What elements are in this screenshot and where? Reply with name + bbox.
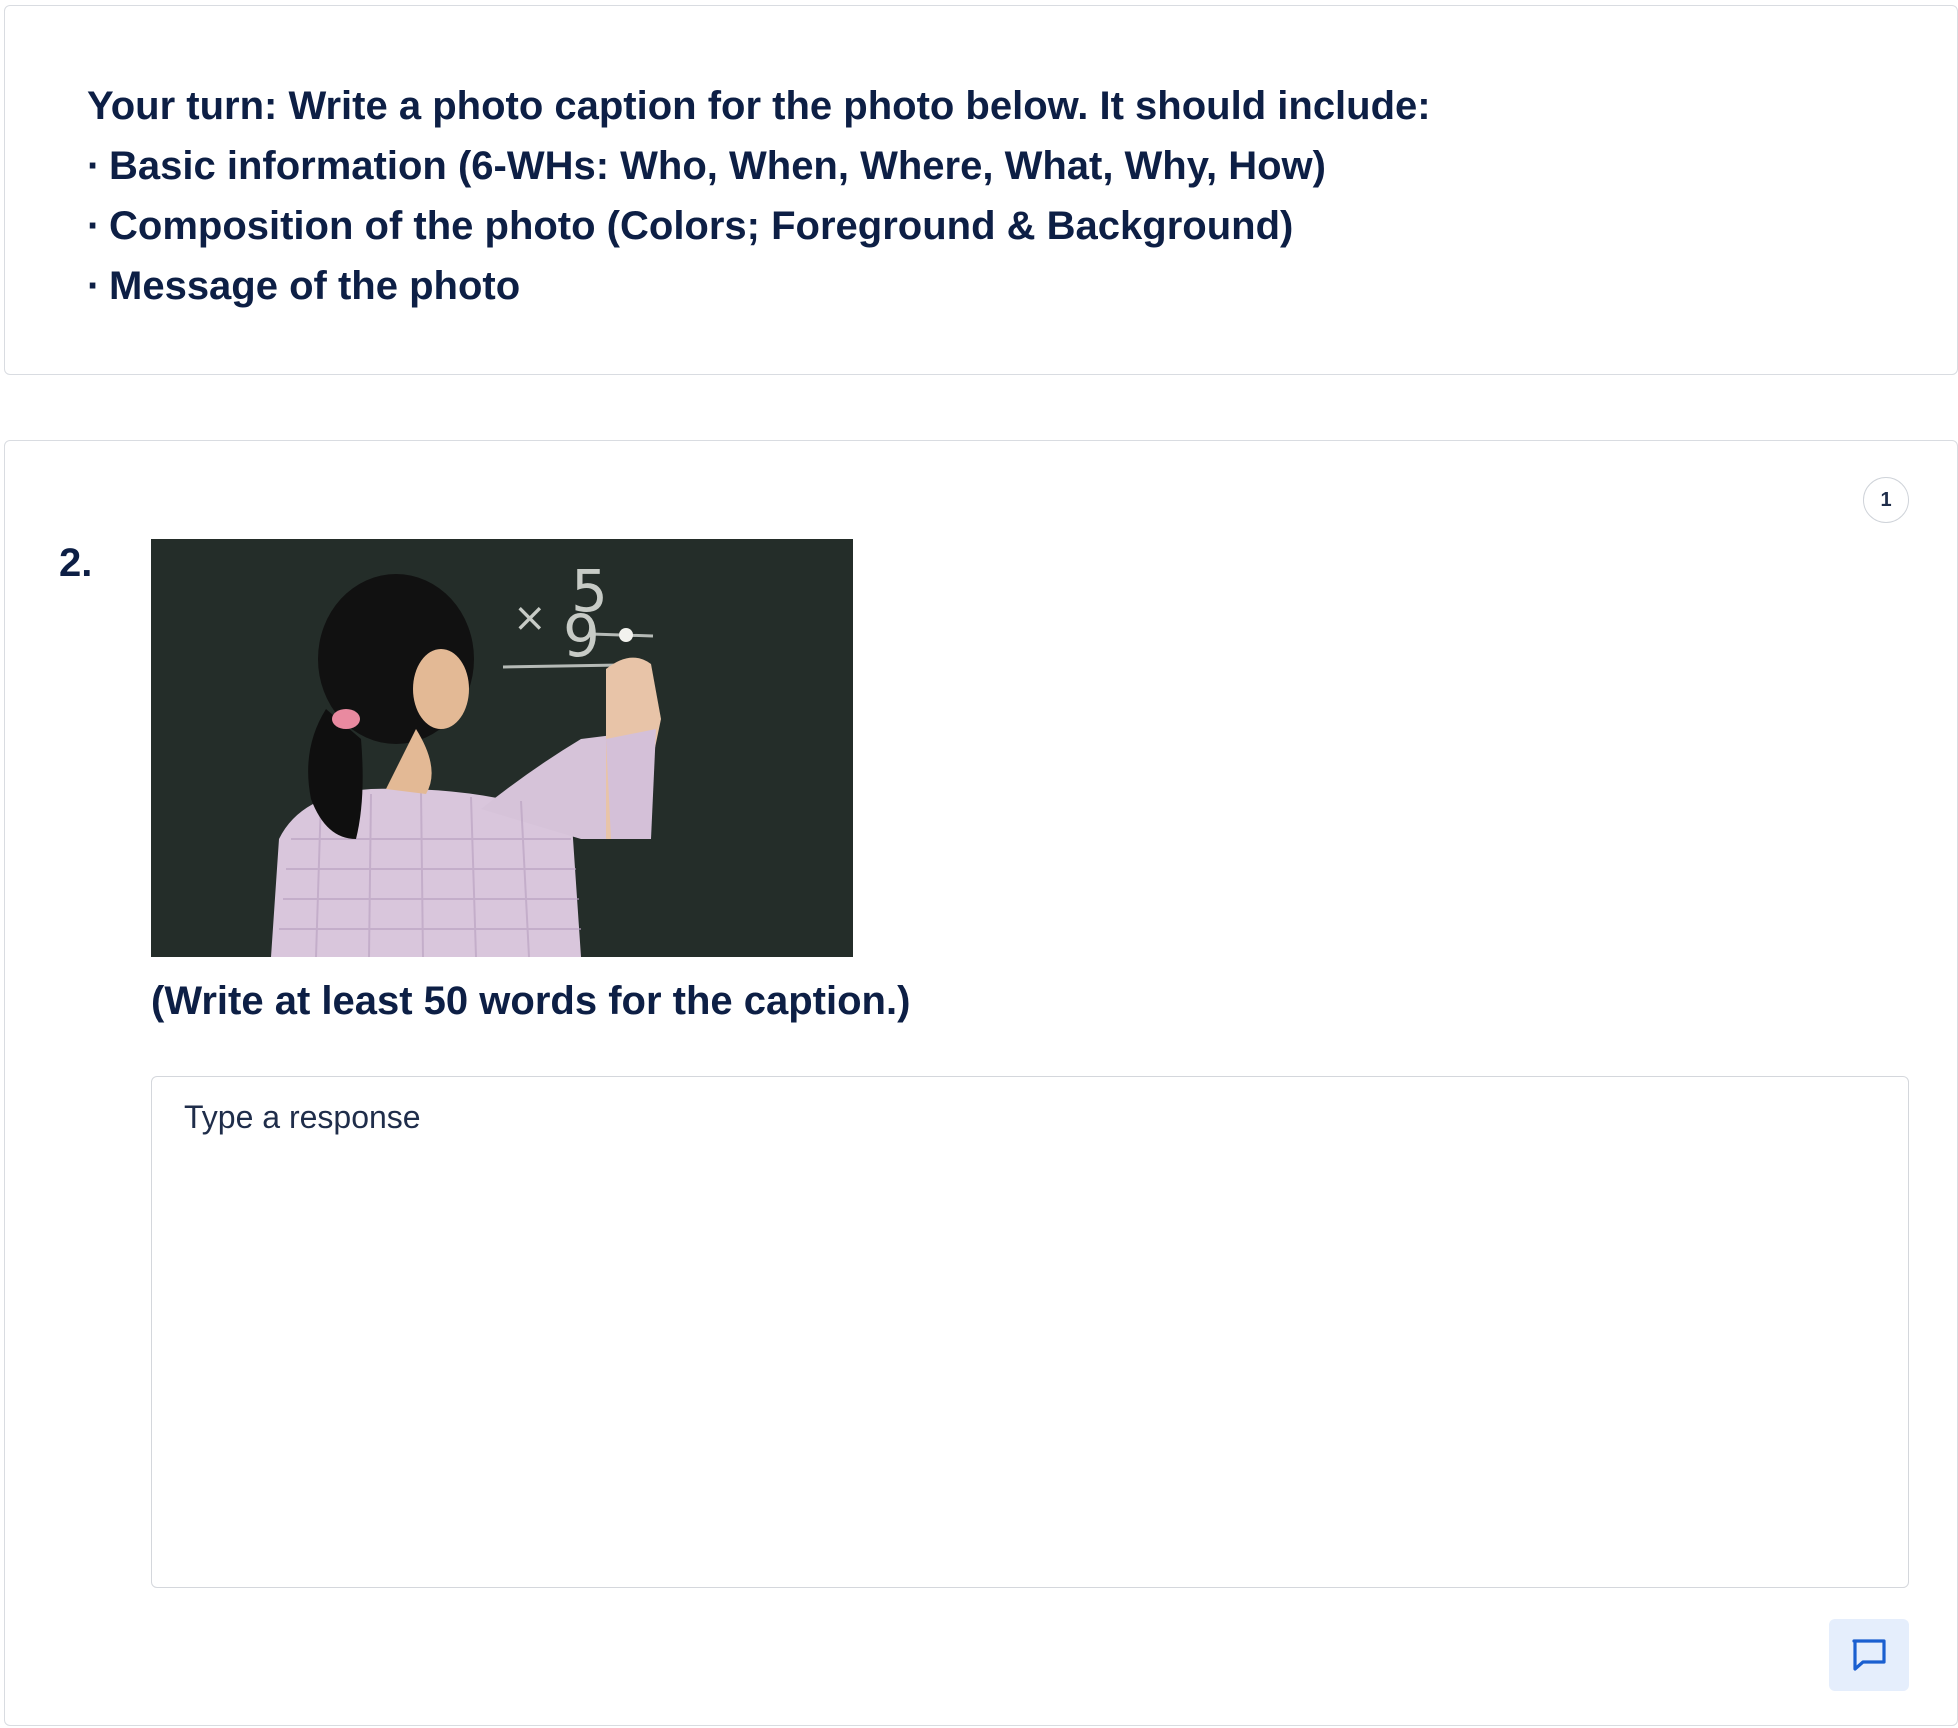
bullet-dot: · <box>87 204 101 248</box>
bullet-dot: · <box>87 264 101 308</box>
question-photo: 5 × 9 <box>151 539 853 957</box>
comment-button[interactable] <box>1829 1619 1909 1691</box>
question-number: 2. <box>59 541 93 585</box>
points-badge: 1 <box>1863 477 1909 523</box>
chalk-digit: × <box>513 595 547 641</box>
response-textarea[interactable]: Type a response <box>151 1076 1909 1588</box>
instruction-bullet-text: Basic information (6-WHs: Who, When, Whe… <box>109 144 1326 188</box>
bullet-dot: · <box>87 144 101 188</box>
caption-hint: (Write at least 50 words for the caption… <box>151 979 911 1023</box>
instruction-bullet: · Message of the photo <box>87 256 1431 316</box>
instructions-card: Your turn: Write a photo caption for the… <box>4 5 1958 375</box>
instructions-lead-bold: Your turn: <box>87 84 278 128</box>
response-placeholder: Type a response <box>184 1099 421 1135</box>
instructions-lead: Your turn: Write a photo caption for the… <box>87 76 1431 136</box>
instructions-text: Your turn: Write a photo caption for the… <box>87 76 1431 316</box>
instruction-bullet: · Basic information (6-WHs: Who, When, Wh… <box>87 136 1431 196</box>
instructions-lead-text: Write a photo caption for the photo belo… <box>277 84 1431 128</box>
instruction-bullet-text: Composition of the photo (Colors; Foregr… <box>109 204 1294 248</box>
comment-icon <box>1852 1639 1886 1671</box>
question-card: 2. 1 5 × 9 (Write at least 50 words for … <box>4 440 1958 1726</box>
chalk-digit: 9 <box>563 602 600 670</box>
instruction-bullet: · Composition of the photo (Colors; Foreg… <box>87 196 1431 256</box>
instruction-bullet-text: Message of the photo <box>109 264 521 308</box>
